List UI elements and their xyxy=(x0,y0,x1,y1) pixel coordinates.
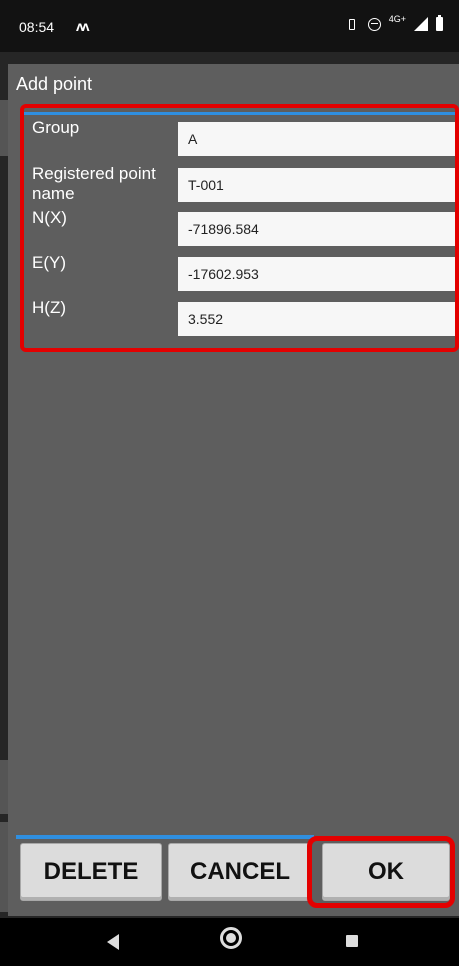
group-label: Group xyxy=(32,118,80,137)
home-icon[interactable] xyxy=(220,927,242,949)
status-bar: 08:54 ʌʌ 4G+ xyxy=(0,0,459,52)
hz-row: H(Z) xyxy=(24,298,455,338)
point-form-panel: Group Registered point name N(X) E(Y) H(… xyxy=(20,104,459,352)
cancel-button[interactable]: CANCEL xyxy=(168,843,312,901)
group-input[interactable] xyxy=(178,122,455,156)
status-time: 08:54 xyxy=(19,19,55,35)
ey-row: E(Y) xyxy=(24,253,455,293)
ey-label: E(Y) xyxy=(32,253,66,272)
network-type-label: 4G+ xyxy=(388,14,406,24)
signal-icon xyxy=(414,17,428,31)
button-bar-divider xyxy=(16,835,314,839)
recents-icon[interactable] xyxy=(346,935,358,947)
carrier-m-icon: ʌʌ xyxy=(76,18,90,34)
delete-button[interactable]: DELETE xyxy=(20,843,162,901)
hz-label: H(Z) xyxy=(32,298,66,317)
status-icons: 4G+ xyxy=(344,14,443,31)
registered-point-name-input[interactable] xyxy=(178,168,455,202)
nx-input[interactable] xyxy=(178,212,455,246)
ok-button[interactable]: OK xyxy=(322,843,450,901)
navigation-bar xyxy=(0,918,459,966)
registered-point-name-row: Registered point name xyxy=(24,164,455,204)
back-icon[interactable] xyxy=(107,934,119,950)
hz-input[interactable] xyxy=(178,302,455,336)
battery-icon xyxy=(436,15,443,31)
panel-divider xyxy=(24,112,455,115)
dialog-title: Add point xyxy=(16,74,93,94)
group-row: Group xyxy=(24,118,455,158)
nx-row: N(X) xyxy=(24,208,455,248)
registered-point-name-label: Registered point name xyxy=(32,164,156,202)
dnd-icon xyxy=(367,17,381,31)
nx-label: N(X) xyxy=(32,208,67,227)
ey-input[interactable] xyxy=(178,257,455,291)
vibrate-icon xyxy=(344,17,360,31)
add-point-dialog: Add point Group Registered point name N(… xyxy=(8,64,459,916)
